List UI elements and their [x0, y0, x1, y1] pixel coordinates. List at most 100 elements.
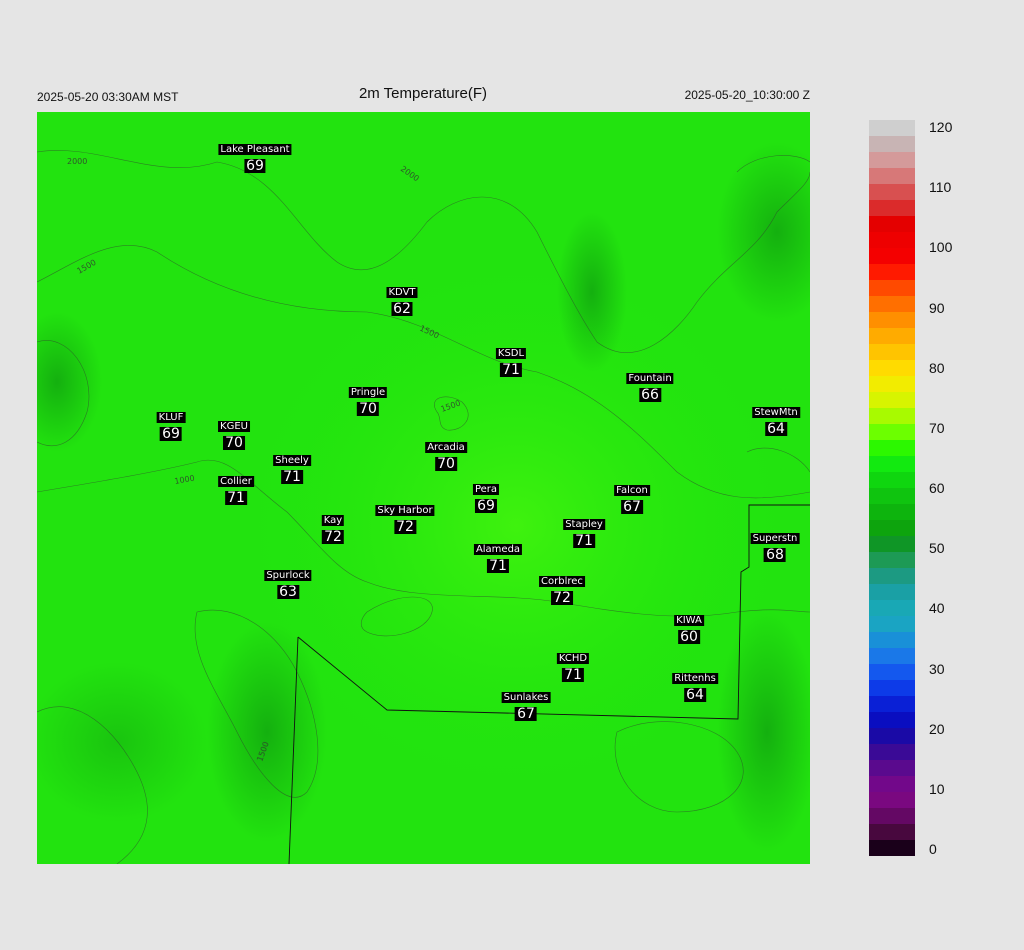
colorbar-band	[869, 728, 915, 745]
colorbar-tick-label: 80	[929, 359, 945, 376]
station-temperature: 71	[562, 667, 584, 683]
cool-area-southwest	[207, 622, 327, 842]
colorbar-band	[869, 120, 915, 137]
colorbar-band	[869, 504, 915, 521]
colorbar-band	[869, 648, 915, 665]
colorbar-band	[869, 696, 915, 713]
colorbar-band	[869, 344, 915, 361]
colorbar-band	[869, 328, 915, 345]
station-marker: Kay 72	[321, 510, 345, 545]
temperature-colorbar	[869, 120, 915, 856]
colorbar-band	[869, 360, 915, 377]
station-name: Rittenhs	[672, 673, 718, 684]
colorbar-tick-label: 120	[929, 119, 953, 135]
station-name: Sunlakes	[501, 692, 551, 703]
colorbar-band	[869, 616, 915, 633]
colorbar-band	[869, 472, 915, 489]
colorbar-band	[869, 792, 915, 809]
station-name: Fountain	[626, 373, 674, 384]
station-marker: Pera 69	[472, 479, 500, 514]
colorbar-band	[869, 232, 915, 249]
colorbar-tick-label: 20	[929, 720, 945, 737]
colorbar-tick-label: 100	[929, 239, 953, 256]
colorbar-band	[869, 312, 915, 329]
colorbar-band	[869, 680, 915, 697]
colorbar-tick-label: 50	[929, 540, 945, 557]
colorbar-band	[869, 248, 915, 265]
colorbar-tick-label: 110	[929, 179, 952, 196]
colorbar-band	[869, 392, 915, 409]
colorbar-tick-label: 70	[929, 419, 945, 436]
colorbar-band	[869, 280, 915, 297]
station-name: KIWA	[674, 615, 704, 626]
station-marker: StewMtn 64	[752, 402, 800, 436]
colorbar-tick-label: 40	[929, 600, 945, 617]
station-name: StewMtn	[752, 407, 800, 418]
colorbar-band	[869, 440, 915, 457]
station-marker: Sunlakes 67	[501, 687, 551, 721]
station-marker: Fountain 66	[626, 368, 674, 402]
station-temperature: 72	[551, 590, 573, 606]
colorbar-band	[869, 520, 915, 537]
station-marker: KSDL 71	[495, 343, 527, 377]
station-temperature: 69	[160, 426, 182, 442]
contour-label: 2000	[67, 157, 87, 166]
station-temperature: 64	[684, 687, 706, 703]
colorbar-band	[869, 200, 915, 217]
station-temperature: 71	[225, 490, 247, 506]
station-marker: Lake Pleasant 69	[218, 139, 292, 173]
station-temperature: 69	[475, 498, 497, 514]
colorbar-band	[869, 264, 915, 281]
station-marker: Stapley 71	[563, 514, 605, 548]
station-name: Superstn	[750, 533, 800, 544]
station-name: Falcon	[614, 485, 650, 496]
utc-time-label: 2025-05-20_10:30:00 Z	[684, 88, 810, 102]
station-name: Alameda	[473, 544, 523, 555]
station-name: Pera	[472, 484, 500, 495]
station-marker: KLUF 69	[156, 407, 186, 442]
station-marker: Pringle 70	[348, 382, 388, 417]
station-name: Collier	[218, 476, 254, 487]
station-marker: KIWA 60	[674, 610, 704, 644]
colorbar-band	[869, 600, 915, 617]
colorbar-band	[869, 568, 915, 585]
colorbar-band	[869, 808, 915, 825]
station-marker: Sky Harbor 72	[375, 500, 435, 535]
station-name: KCHD	[556, 653, 590, 664]
station-marker: Falcon 67	[614, 480, 650, 514]
station-name: Stapley	[563, 519, 605, 530]
station-name: KSDL	[495, 348, 527, 359]
colorbar-band	[869, 216, 915, 233]
colorbar-band	[869, 552, 915, 569]
station-name: Lake Pleasant	[218, 144, 292, 155]
station-name: Sheely	[273, 455, 311, 466]
temperature-map: 2000 1500 1000 1500 1500 2000 1500	[37, 112, 810, 864]
station-temperature: 72	[394, 519, 416, 535]
station-temperature: 63	[277, 584, 299, 600]
colorbar-band	[869, 168, 915, 185]
colorbar-band	[869, 488, 915, 505]
colorbar-tick-label: 60	[929, 480, 945, 496]
colorbar-band	[869, 424, 915, 441]
colorbar-band	[869, 824, 915, 841]
station-temperature: 72	[322, 529, 344, 545]
colorbar-band	[869, 152, 915, 169]
station-name: KGEU	[218, 421, 250, 432]
station-name: Sky Harbor	[375, 505, 435, 516]
station-temperature: 70	[357, 401, 379, 417]
station-name: Pringle	[348, 387, 388, 398]
station-marker: Rittenhs 64	[672, 668, 718, 702]
colorbar-tick-label: 30	[929, 660, 945, 677]
colorbar-band	[869, 296, 915, 313]
station-name: Arcadia	[425, 442, 467, 453]
colorbar-band	[869, 840, 915, 856]
colorbar-band	[869, 776, 915, 793]
colorbar-band	[869, 408, 915, 425]
station-name: Kay	[321, 515, 345, 526]
station-marker: Spurlock 63	[264, 565, 312, 600]
station-temperature: 60	[678, 629, 700, 645]
station-temperature: 62	[391, 301, 413, 317]
station-temperature: 67	[621, 499, 643, 515]
station-temperature: 70	[223, 435, 245, 451]
colorbar-band	[869, 712, 915, 729]
